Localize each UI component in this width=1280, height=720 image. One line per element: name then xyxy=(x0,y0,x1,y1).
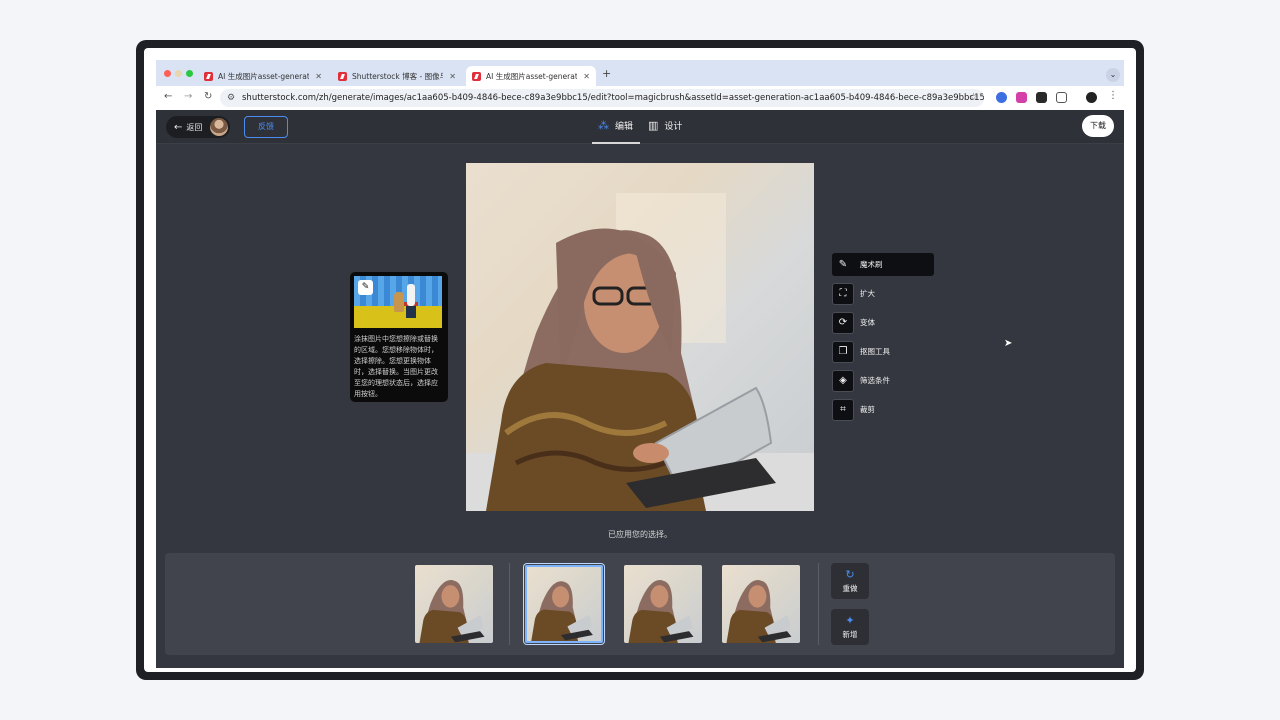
url-field[interactable]: ⚙ shutterstock.com/zh/generate/images/ac… xyxy=(220,89,984,107)
variation-thumbnail[interactable] xyxy=(624,565,702,643)
expand-icon: ⛶ xyxy=(832,282,854,305)
tab-search-chevron-icon[interactable]: ⌄ xyxy=(1106,68,1120,82)
extensions-puzzle-icon[interactable] xyxy=(1056,92,1067,103)
refresh-icon: ⟳ xyxy=(832,311,854,334)
tab-edit[interactable]: ⁂ 编辑 xyxy=(598,119,633,132)
screen-frame: AI 生成图片asset-generation ✕ Shutterstock 博… xyxy=(136,40,1144,680)
tool-cutout[interactable]: ❐ 抠图工具 xyxy=(832,340,934,363)
tab-strip: AI 生成图片asset-generation ✕ Shutterstock 博… xyxy=(156,60,1124,86)
feedback-button[interactable]: 反馈 xyxy=(244,116,288,138)
editor-topbar: ← 返回 反馈 ⁂ 编辑 ▥ 设计 下载 xyxy=(156,110,1124,144)
variation-thumbnail[interactable] xyxy=(722,565,800,643)
tool-expand[interactable]: ⛶ 扩大 xyxy=(832,282,934,305)
redo-label: 重做 xyxy=(842,584,858,593)
tab-title: AI 生成图片asset-generation xyxy=(218,71,310,81)
tool-label: 抠图工具 xyxy=(860,347,890,356)
shutterstock-favicon-icon xyxy=(338,71,347,81)
back-arrow-icon[interactable]: ← xyxy=(164,91,172,102)
tool-variations[interactable]: ⟳ 变体 xyxy=(832,311,934,334)
close-window-icon[interactable] xyxy=(164,70,171,77)
shutterstock-favicon-icon xyxy=(472,71,481,81)
close-tab-icon[interactable]: ✕ xyxy=(315,72,322,81)
url-text: shutterstock.com/zh/generate/images/ac1a… xyxy=(242,93,984,103)
tool-label: 裁剪 xyxy=(860,405,875,414)
close-tab-icon[interactable]: ✕ xyxy=(449,72,456,81)
redo-button[interactable]: ↻ 重做 xyxy=(831,563,869,599)
active-tab-indicator xyxy=(592,142,640,144)
forward-arrow-icon[interactable]: → xyxy=(184,91,192,102)
filter-icon: ◈ xyxy=(832,369,854,392)
divider xyxy=(509,563,510,645)
tab-label: 编辑 xyxy=(615,122,634,132)
layout-icon: ▥ xyxy=(648,119,659,132)
download-button[interactable]: 下载 xyxy=(1082,115,1114,137)
main-canvas-image[interactable] xyxy=(466,163,814,511)
zoom-window-icon[interactable] xyxy=(186,70,193,77)
tool-label: 变体 xyxy=(860,318,875,327)
browser-tab-active[interactable]: AI 生成图片asset-generation ✕ xyxy=(466,66,596,86)
browser-tab[interactable]: AI 生成图片asset-generation ✕ xyxy=(198,66,328,86)
new-label: 新增 xyxy=(842,630,858,639)
site-settings-icon[interactable]: ⚙ xyxy=(227,89,235,107)
woman-with-tablet-photo xyxy=(466,193,814,511)
tool-label: 扩大 xyxy=(860,289,875,298)
extension-flag-icon[interactable] xyxy=(1036,92,1047,103)
tool-label: 筛选条件 xyxy=(860,376,890,385)
variation-strip: ↻ 重做 ✦ 新增 xyxy=(165,553,1115,655)
tip-example-image: ✎ xyxy=(354,276,442,328)
tool-list: ✎ 魔术刷 ⛶ 扩大 ⟳ 变体 ❐ 抠图工具 ◈ 筛选条件 ⌗ 裁剪 xyxy=(832,253,934,427)
profile-icon[interactable] xyxy=(1086,92,1097,103)
shutterstock-favicon-icon xyxy=(204,71,213,81)
tip-text: 涂抹图片中您想擦除或替换的区域。您想移除物体时，选择擦除。您想更换物体时，选择替… xyxy=(354,335,438,398)
close-tab-icon[interactable]: ✕ xyxy=(583,72,590,81)
new-button[interactable]: ✦ 新增 xyxy=(831,609,869,645)
bookmark-star-icon[interactable]: ☆ xyxy=(969,89,978,107)
tab-label: 设计 xyxy=(664,122,683,132)
divider xyxy=(818,563,819,645)
back-button[interactable]: ← 返回 xyxy=(166,116,230,138)
magic-wand-icon: ✦ xyxy=(845,614,855,627)
tab-title: AI 生成图片asset-generation xyxy=(486,71,578,81)
mouse-cursor-icon: ➤ xyxy=(1004,338,1013,349)
refresh-icon: ↻ xyxy=(845,568,855,581)
tip-card: ✎ 涂抹图片中您想擦除或替换的区域。您想移除物体时，选择擦除。您想更换物体时，选… xyxy=(350,272,448,402)
cutout-icon: ❐ xyxy=(832,340,854,363)
brush-icon: ✎ xyxy=(358,280,373,295)
browser-window: AI 生成图片asset-generation ✕ Shutterstock 博… xyxy=(156,60,1124,668)
magic-sparkle-icon: ⁂ xyxy=(598,119,609,132)
minimize-window-icon[interactable] xyxy=(175,70,182,77)
avatar xyxy=(210,118,228,136)
extension-globe-icon[interactable] xyxy=(996,92,1007,103)
tool-magic-brush[interactable]: ✎ 魔术刷 xyxy=(832,253,934,276)
tab-title: Shutterstock 博客 - 图像与照片 xyxy=(352,71,443,81)
extension-puzzle-pink-icon[interactable] xyxy=(1016,92,1027,103)
screen: AI 生成图片asset-generation ✕ Shutterstock 博… xyxy=(144,48,1136,672)
address-bar: ← → ↻ ⚙ shutterstock.com/zh/generate/ima… xyxy=(156,86,1124,110)
new-tab-icon[interactable]: + xyxy=(602,67,611,80)
back-label: 返回 xyxy=(186,122,203,132)
browser-tab[interactable]: Shutterstock 博客 - 图像与照片 ✕ xyxy=(332,66,462,86)
editor-app: ← 返回 反馈 ⁂ 编辑 ▥ 设计 下载 ✎ 涂抹图片中您想擦除或替换的区域。您… xyxy=(156,110,1124,668)
back-arrow-icon: ← xyxy=(174,121,183,133)
crop-icon: ⌗ xyxy=(832,398,854,421)
tool-crop[interactable]: ⌗ 裁剪 xyxy=(832,398,934,421)
tab-design[interactable]: ▥ 设计 xyxy=(648,119,682,132)
tool-filters[interactable]: ◈ 筛选条件 xyxy=(832,369,934,392)
browser-menu-icon[interactable]: ⋮ xyxy=(1108,90,1118,101)
variation-thumbnail[interactable] xyxy=(415,565,493,643)
status-message: 已应用您的选择。 xyxy=(608,530,672,539)
variation-thumbnail-selected[interactable] xyxy=(525,565,603,643)
reload-icon[interactable]: ↻ xyxy=(204,91,212,102)
brush-icon: ✎ xyxy=(832,253,854,276)
tool-label: 魔术刷 xyxy=(860,260,883,269)
